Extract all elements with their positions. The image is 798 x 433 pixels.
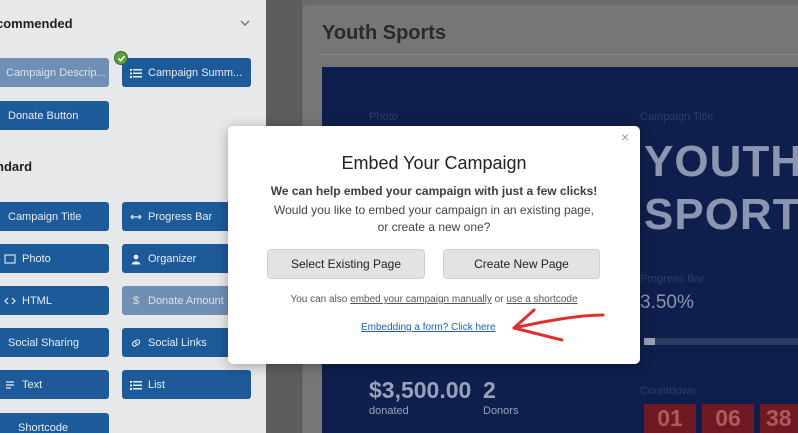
modal-question: Would you like to embed your campaign in… (228, 202, 640, 236)
block-label: HTML (22, 294, 52, 307)
countdown-hours: 06 (702, 404, 754, 433)
recommended-section-header[interactable]: commended (0, 14, 266, 34)
embed-manually-link[interactable]: embed your campaign manually (350, 294, 492, 305)
code-icon (4, 295, 16, 307)
chevron-down-icon[interactable] (239, 18, 251, 28)
create-new-page-button[interactable]: Create New Page (443, 249, 600, 279)
progress-icon (130, 211, 142, 223)
progress-track (644, 338, 798, 345)
embedding-form-link[interactable]: Embedding a form? Click here (361, 322, 496, 333)
campaign-title-line-1: YOUTH (644, 137, 798, 186)
list-icon (130, 379, 142, 391)
page-title: Youth Sports (322, 22, 447, 44)
select-existing-page-button[interactable]: Select Existing Page (267, 249, 425, 279)
block-label: Text (22, 378, 43, 391)
dollar-icon: $ (132, 294, 140, 307)
campaign-title-line-2: SPORT (644, 190, 798, 239)
donors-label: Donors (483, 405, 519, 417)
block-label: List (148, 378, 166, 391)
block-label: Donate Button (8, 109, 79, 122)
block-campaign-description[interactable]: Campaign Descrip... (0, 58, 109, 87)
link-icon (130, 337, 142, 349)
block-text[interactable]: Text (0, 370, 109, 399)
countdown-days: 01 (644, 404, 696, 433)
modal-intro: We can help embed your campaign with jus… (270, 184, 598, 198)
block-label: Organizer (148, 252, 197, 265)
block-label: Donate Amount (148, 294, 224, 307)
close-icon[interactable]: × (621, 130, 629, 144)
modal-title: Embed Your Campaign (341, 153, 527, 173)
check-icon (114, 51, 128, 65)
block-campaign-summary[interactable]: Campaign Summ... (122, 58, 251, 87)
block-list[interactable]: List (122, 370, 251, 399)
donor-count: 2 (483, 377, 496, 403)
photo-icon (4, 253, 16, 265)
photo-placeholder-label: Photo (369, 111, 398, 123)
donated-amount: $3,500.00 (369, 377, 472, 403)
modal-question-line-1: Would you like to embed your campaign in… (274, 203, 594, 217)
donated-label: donated (369, 405, 409, 417)
block-label: Social Sharing (8, 336, 79, 349)
divider (320, 54, 798, 55)
modal-alternatives: You can also embed your campaign manuall… (228, 294, 640, 305)
user-icon (130, 253, 142, 265)
list-icon (130, 67, 142, 79)
block-campaign-title[interactable]: Campaign Title (0, 202, 109, 231)
progress-percent: 3.50% (640, 292, 694, 313)
progress-fill (644, 338, 655, 345)
block-social-sharing[interactable]: Social Sharing (0, 328, 109, 357)
campaign-title-label: Campaign Title (640, 111, 714, 123)
block-label: Progress Bar (148, 210, 213, 223)
block-shortcode[interactable]: Shortcode (0, 413, 109, 433)
alt-or: or (494, 294, 504, 305)
annotation-arrow-icon (512, 308, 605, 342)
progress-bar-label: Progress Bar (640, 273, 705, 285)
countdown-minutes: 38 (760, 404, 798, 433)
block-photo[interactable]: Photo (0, 244, 109, 273)
alt-prefix: You can also (290, 294, 348, 305)
standard-section-label: ndard (0, 159, 33, 174)
block-label: Photo (22, 252, 51, 265)
block-label: Campaign Descrip... (6, 66, 106, 79)
block-donate-button[interactable]: Donate Button (0, 101, 109, 130)
block-html[interactable]: HTML (0, 286, 109, 315)
builder-sidebar: commended Campaign Descrip... Campaign S… (0, 0, 266, 433)
block-label: Social Links (148, 336, 207, 349)
block-label: Campaign Title (8, 210, 82, 223)
text-icon (4, 379, 16, 391)
recommended-section-label: commended (0, 16, 73, 31)
block-label: Campaign Summ... (148, 66, 243, 79)
countdown-label: Countdown (640, 385, 696, 397)
use-shortcode-link[interactable]: use a shortcode (506, 294, 577, 305)
block-label: Shortcode (18, 421, 69, 433)
standard-section-header[interactable]: ndard (0, 157, 266, 177)
modal-question-line-2: or create a new one? (377, 220, 491, 234)
